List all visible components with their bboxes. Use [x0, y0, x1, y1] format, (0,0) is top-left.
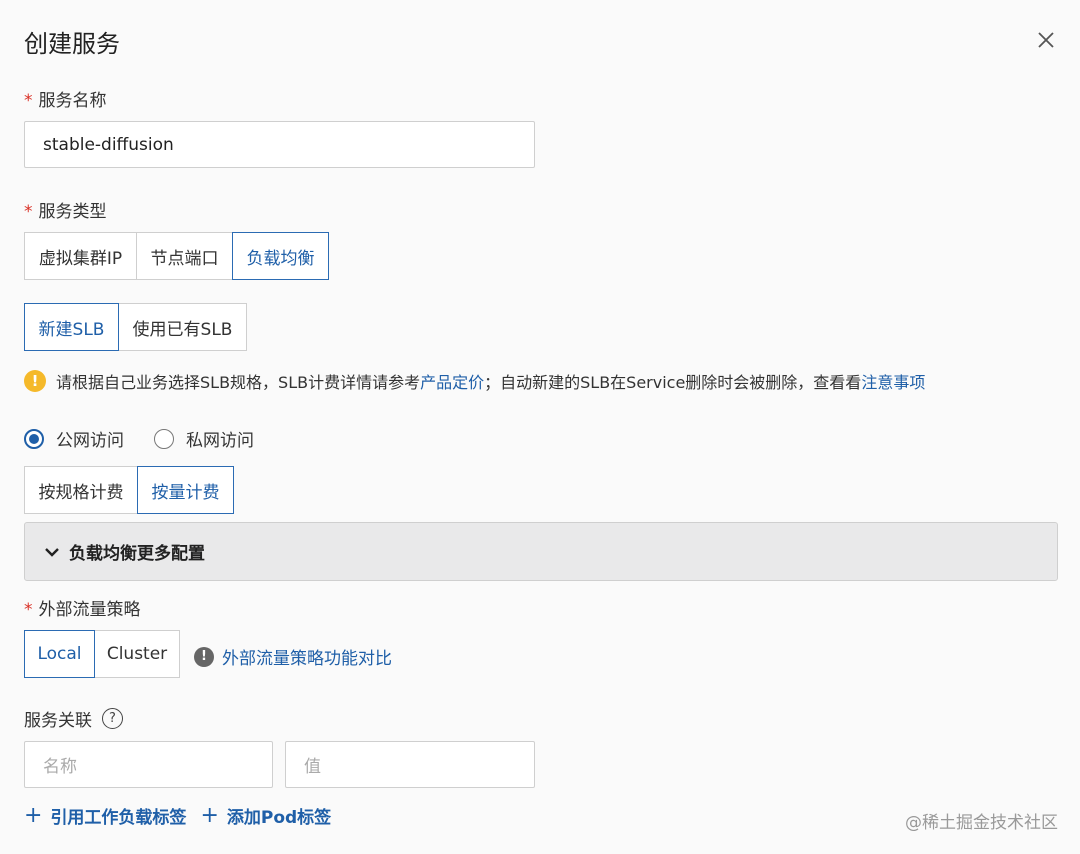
private-access-radio[interactable]: 私网访问: [154, 426, 254, 451]
billing-selector: 按规格计费 按量计费: [24, 466, 234, 514]
plus-icon: +: [200, 802, 219, 828]
add-pod-label-button[interactable]: + 添加Pod标签: [200, 803, 331, 828]
required-mark: *: [24, 91, 33, 111]
required-mark: *: [24, 600, 33, 620]
public-access-radio[interactable]: 公网访问: [24, 426, 124, 451]
service-type-nodeport-button[interactable]: 节点端口: [136, 232, 233, 280]
billing-by-spec-button[interactable]: 按规格计费: [24, 466, 138, 514]
plus-icon: +: [24, 802, 43, 828]
traffic-policy-local-button[interactable]: Local: [24, 630, 95, 678]
add-pod-label-text: 添加Pod标签: [226, 808, 332, 828]
question-icon[interactable]: ?: [102, 708, 123, 729]
pricing-link[interactable]: 产品定价: [420, 369, 484, 393]
private-access-label: 私网访问: [186, 431, 254, 451]
traffic-policy-help[interactable]: ! 外部流量策略功能对比: [194, 644, 392, 669]
add-label-links: + 引用工作负载标签 + 添加Pod标签: [24, 803, 345, 828]
assoc-value-input[interactable]: 值: [285, 741, 535, 788]
assoc-name-placeholder: 名称: [43, 757, 77, 777]
service-type-label-text: 服务类型: [38, 202, 107, 222]
service-assoc-label: 服务关联 ?: [24, 706, 123, 731]
service-name-label-text: 服务名称: [38, 91, 107, 111]
traffic-policy-label: * 外部流量策略: [24, 595, 141, 620]
traffic-policy-label-text: 外部流量策略: [38, 600, 141, 620]
traffic-policy-cluster-button[interactable]: Cluster: [94, 630, 180, 678]
warning-icon: !: [24, 370, 46, 392]
radio-unchecked-icon: [154, 428, 174, 449]
assoc-name-input[interactable]: 名称: [24, 741, 273, 788]
service-name-input[interactable]: stable-diffusion: [24, 121, 535, 168]
required-mark: *: [24, 202, 33, 222]
lb-more-config-toggle[interactable]: 负载均衡更多配置: [24, 522, 1058, 581]
service-type-clusterip-button[interactable]: 虚拟集群IP: [24, 232, 137, 280]
notes-link[interactable]: 注意事项: [861, 369, 925, 393]
slb-notice: ! 请根据自己业务选择SLB规格，SLB计费详情请参考 产品定价 ；自动新建的S…: [24, 369, 925, 393]
chevron-down-icon: [43, 543, 61, 561]
service-name-label: * 服务名称: [24, 86, 107, 111]
new-slb-button[interactable]: 新建SLB: [24, 303, 119, 351]
close-icon: [1038, 32, 1054, 48]
service-type-loadbalancer-button[interactable]: 负载均衡: [232, 232, 329, 280]
watermark: @稀土掘金技术社区: [905, 813, 1058, 833]
radio-checked-icon: [24, 428, 44, 449]
service-assoc-label-text: 服务关联: [24, 711, 92, 731]
dialog-title: 创建服务: [24, 30, 120, 58]
service-type-selector: 虚拟集群IP 节点端口 负载均衡: [24, 232, 329, 280]
access-radio-group: 公网访问 私网访问: [24, 426, 284, 451]
billing-by-usage-button[interactable]: 按量计费: [137, 466, 234, 514]
slb-mode-selector: 新建SLB 使用已有SLB: [24, 303, 247, 351]
add-workload-label-button[interactable]: + 引用工作负载标签: [24, 803, 186, 828]
notice-text-1: 请根据自己业务选择SLB规格，SLB计费详情请参考: [56, 373, 421, 392]
service-type-label: * 服务类型: [24, 197, 107, 222]
close-button[interactable]: [1034, 28, 1058, 52]
traffic-policy-selector: Local Cluster: [24, 630, 180, 678]
add-workload-label-text: 引用工作负载标签: [50, 808, 187, 828]
assoc-value-placeholder: 值: [304, 757, 321, 777]
existing-slb-button[interactable]: 使用已有SLB: [118, 303, 247, 351]
info-icon: !: [194, 646, 214, 667]
notice-text-2: ；自动新建的SLB在Service删除时会被删除，查看看: [484, 373, 862, 392]
public-access-label: 公网访问: [56, 431, 124, 451]
traffic-policy-compare-link[interactable]: 外部流量策略功能对比: [222, 644, 392, 669]
lb-more-config-label: 负载均衡更多配置: [69, 544, 205, 564]
service-name-value: stable-diffusion: [43, 134, 174, 155]
